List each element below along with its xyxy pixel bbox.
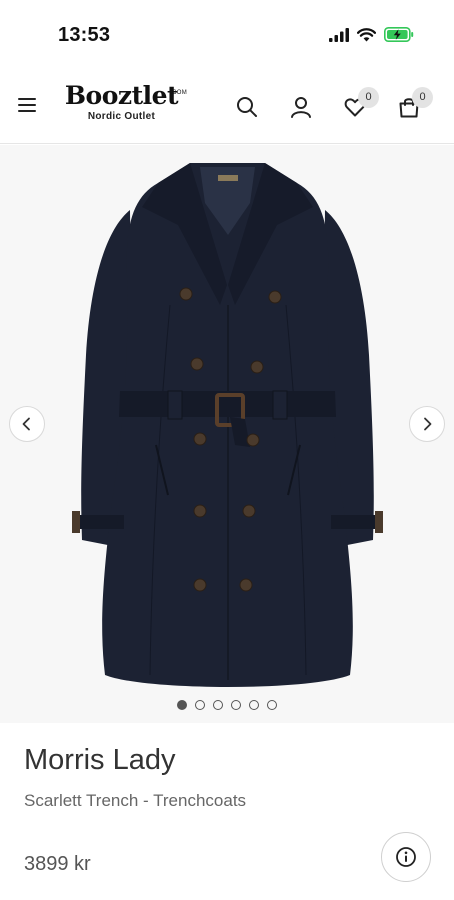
status-bar: 13:53 [0, 0, 454, 70]
gallery-dot-1[interactable] [177, 700, 187, 710]
product-gallery[interactable] [0, 145, 454, 723]
battery-charging-icon [384, 27, 414, 42]
search-icon[interactable] [235, 95, 259, 119]
chevron-right-icon [424, 417, 432, 431]
logo-subtitle: Nordic Outlet [87, 111, 156, 122]
chevron-left-icon [22, 417, 30, 431]
gallery-dot-5[interactable] [249, 700, 259, 710]
status-icons [329, 27, 414, 42]
gallery-dot-6[interactable] [267, 700, 277, 710]
logo-com: .COM [170, 90, 187, 96]
wifi-icon [357, 27, 376, 41]
gallery-dot-2[interactable] [195, 700, 205, 710]
cart-button[interactable]: 0 [397, 87, 433, 119]
next-image-button[interactable] [409, 406, 445, 442]
site-logo[interactable]: Booztlet .COM Nordic Outlet [54, 81, 189, 123]
info-icon [396, 847, 416, 867]
gallery-dot-3[interactable] [213, 700, 223, 710]
signal-icon [329, 27, 349, 42]
product-name: Scarlett Trench - Trenchcoats [24, 791, 247, 810]
product-price: 3899 kr [24, 853, 91, 875]
logo-text: Booztlet [64, 81, 179, 110]
wishlist-button[interactable]: 0 [343, 87, 379, 119]
status-time: 13:53 [58, 24, 111, 46]
gallery-pagination [0, 700, 454, 710]
account-icon[interactable] [289, 95, 313, 119]
product-info-button[interactable] [381, 832, 431, 882]
gallery-dot-4[interactable] [231, 700, 241, 710]
menu-icon[interactable] [18, 98, 38, 114]
previous-image-button[interactable] [9, 406, 45, 442]
cart-count-badge: 0 [412, 87, 433, 108]
site-header: Booztlet .COM Nordic Outlet 0 0 [0, 70, 454, 144]
product-brand[interactable]: Morris Lady [24, 744, 176, 777]
wishlist-count-badge: 0 [358, 87, 379, 108]
product-image[interactable] [60, 155, 395, 700]
